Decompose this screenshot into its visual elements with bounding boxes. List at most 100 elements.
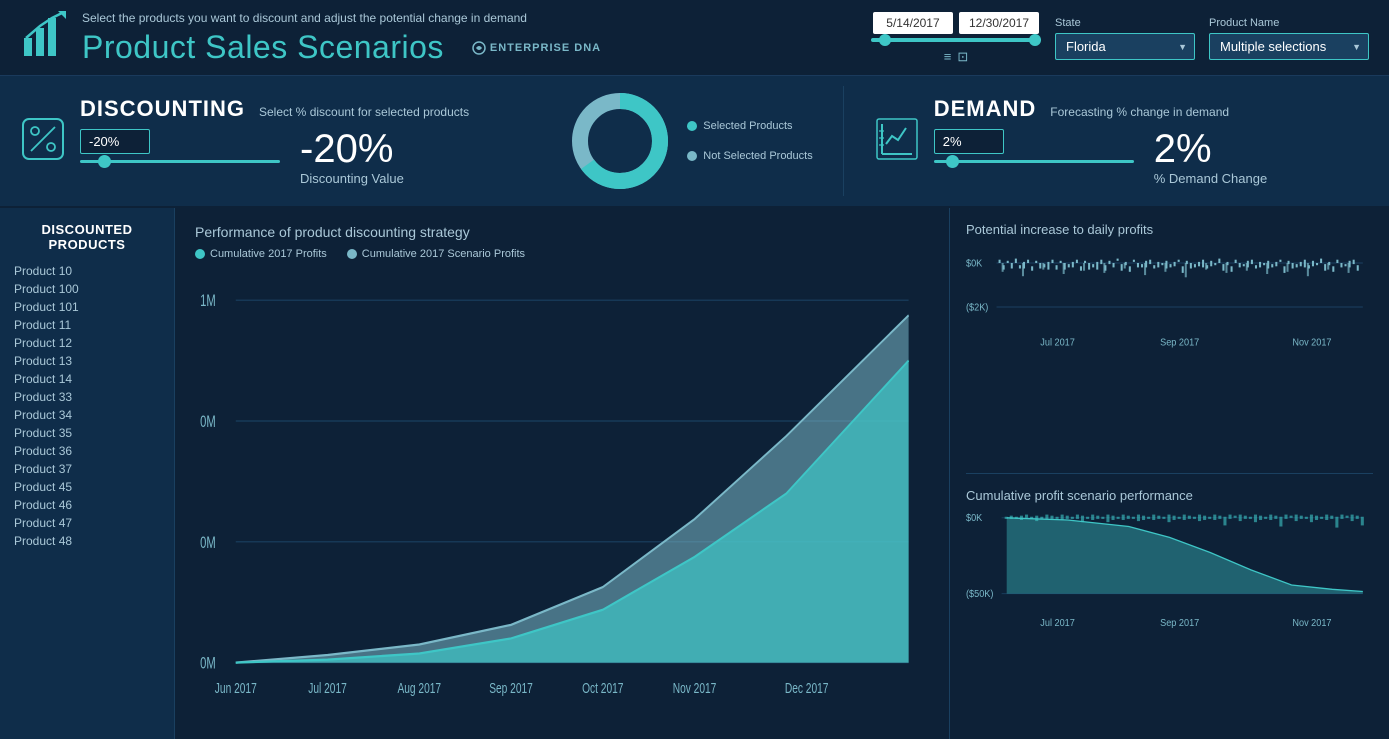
discounting-desc: Select % discount for selected products	[259, 105, 469, 119]
not-selected-label: Not Selected Products	[687, 150, 812, 162]
demand-value: 2%	[1154, 129, 1267, 169]
state-label: State	[1055, 17, 1195, 29]
discounting-section: DISCOUNTING Select % discount for select…	[20, 86, 535, 196]
product-select[interactable]: Multiple selections Product 10 Product 1…	[1209, 33, 1369, 60]
donut-labels: Selected Products Not Selected Products	[687, 120, 812, 162]
selected-label: Selected Products	[687, 120, 812, 132]
list-item[interactable]: Product 100	[10, 280, 164, 298]
logo-icon	[20, 10, 72, 67]
legend-dot-2	[347, 249, 357, 259]
list-item[interactable]: Product 10	[10, 262, 164, 280]
main-content: DISCOUNTEDPRODUCTS Product 10Product 100…	[0, 208, 1389, 739]
svg-text:Dec 2017: Dec 2017	[785, 679, 829, 697]
list-item[interactable]: Product 34	[10, 406, 164, 424]
svg-text:Oct 2017: Oct 2017	[582, 679, 623, 697]
top-mini-chart-svg: $0K ($2K)	[966, 241, 1373, 351]
svg-text:Jul 2017: Jul 2017	[308, 679, 347, 697]
list-item[interactable]: Product 14	[10, 370, 164, 388]
state-filter: State Florida California Texas	[1055, 17, 1195, 60]
list-item[interactable]: Product 46	[10, 496, 164, 514]
discount-input[interactable]	[80, 129, 150, 154]
metrics-bar: DISCOUNTING Select % discount for select…	[0, 76, 1389, 208]
page-title: Product Sales Scenarios	[82, 29, 444, 66]
svg-text:0M: 0M	[200, 655, 216, 674]
svg-text:($50K): ($50K)	[966, 589, 993, 600]
demand-desc: Forecasting % change in demand	[1050, 105, 1229, 119]
discounting-content: DISCOUNTING Select % discount for select…	[80, 96, 515, 186]
header-subtitle: Select the products you want to discount…	[82, 11, 601, 25]
product-list[interactable]: Product 10Product 100Product 101Product …	[10, 262, 164, 725]
list-item[interactable]: Product 101	[10, 298, 164, 316]
demand-section: DEMAND Forecasting % change in demand 2%…	[843, 86, 1369, 196]
slider-icon-left[interactable]: ≡	[944, 49, 952, 65]
demand-title: DEMAND	[934, 96, 1037, 122]
list-item[interactable]: Product 37	[10, 460, 164, 478]
svg-text:1M: 1M	[200, 292, 216, 311]
header-controls: 5/14/2017 12/30/2017 ≡ ⊡ State Florida C…	[871, 12, 1369, 65]
list-item[interactable]: Product 13	[10, 352, 164, 370]
donut-chart-wrap: Selected Products Not Selected Products	[535, 86, 842, 196]
date-start[interactable]: 5/14/2017	[873, 12, 953, 34]
left-panel: DISCOUNTEDPRODUCTS Product 10Product 100…	[0, 208, 175, 739]
list-item[interactable]: Product 35	[10, 424, 164, 442]
svg-text:($2K): ($2K)	[966, 302, 988, 313]
list-item[interactable]: Product 33	[10, 388, 164, 406]
svg-text:Nov 2017: Nov 2017	[1292, 618, 1331, 629]
bottom-chart-title: Cumulative profit scenario performance	[966, 488, 1373, 503]
legend-item-2: Cumulative 2017 Scenario Profits	[347, 248, 525, 260]
svg-text:Jul 2017: Jul 2017	[1040, 618, 1075, 629]
legend-dot-1	[195, 249, 205, 259]
svg-text:Jun 2017: Jun 2017	[215, 679, 257, 697]
svg-text:$0K: $0K	[966, 258, 983, 269]
bottom-mini-chart-svg: $0K ($50K)	[966, 507, 1373, 637]
product-label: Product Name	[1209, 17, 1369, 29]
svg-text:0M: 0M	[200, 413, 216, 432]
list-item[interactable]: Product 48	[10, 532, 164, 550]
main-chart-area: 1M 0M 0M 0M Jun 2017 Jul 2017 Aug 2017 S…	[195, 270, 929, 723]
list-item[interactable]: Product 47	[10, 514, 164, 532]
divider	[966, 473, 1373, 474]
list-item[interactable]: Product 45	[10, 478, 164, 496]
demand-input[interactable]	[934, 129, 1004, 154]
discount-value: -20%	[300, 129, 404, 169]
svg-text:Nov 2017: Nov 2017	[1292, 337, 1331, 348]
discounting-title: DISCOUNTING	[80, 96, 245, 122]
right-panel: Potential increase to daily profits $0K …	[949, 208, 1389, 739]
top-mini-chart-wrap: Potential increase to daily profits $0K …	[966, 222, 1373, 459]
list-item[interactable]: Product 11	[10, 316, 164, 334]
discount-icon	[20, 116, 66, 167]
product-filter: Product Name Multiple selections Product…	[1209, 17, 1369, 60]
svg-text:Jul 2017: Jul 2017	[1040, 337, 1075, 348]
svg-text:Sep 2017: Sep 2017	[1160, 337, 1199, 348]
date-range: 5/14/2017 12/30/2017 ≡ ⊡	[871, 12, 1041, 65]
bottom-mini-chart-wrap: Cumulative profit scenario performance $…	[966, 488, 1373, 725]
list-item[interactable]: Product 12	[10, 334, 164, 352]
svg-text:Sep 2017: Sep 2017	[1160, 618, 1199, 629]
state-select[interactable]: Florida California Texas	[1055, 33, 1195, 60]
title-block: Select the products you want to discount…	[82, 11, 601, 66]
logo-area: Select the products you want to discount…	[20, 10, 601, 67]
main-chart-title: Performance of product discounting strat…	[195, 224, 929, 240]
donut-chart	[565, 86, 675, 196]
top-chart-title: Potential increase to daily profits	[966, 222, 1373, 237]
panel-title: DISCOUNTEDPRODUCTS	[10, 222, 164, 252]
list-item[interactable]: Product 36	[10, 442, 164, 460]
main-chart-svg: 1M 0M 0M 0M Jun 2017 Jul 2017 Aug 2017 S…	[195, 270, 929, 723]
svg-text:Aug 2017: Aug 2017	[397, 679, 441, 697]
chart-legend: Cumulative 2017 Profits Cumulative 2017 …	[195, 248, 929, 260]
header: Select the products you want to discount…	[0, 0, 1389, 76]
demand-content: DEMAND Forecasting % change in demand 2%…	[934, 96, 1369, 186]
svg-text:$0K: $0K	[966, 513, 983, 524]
demand-label: % Demand Change	[1154, 171, 1267, 186]
brand-label: ENTERPRISE DNA	[472, 41, 601, 55]
svg-text:Sep 2017: Sep 2017	[489, 679, 533, 697]
date-end[interactable]: 12/30/2017	[959, 12, 1039, 34]
demand-icon	[874, 116, 920, 167]
center-chart: Performance of product discounting strat…	[175, 208, 949, 739]
svg-text:Nov 2017: Nov 2017	[673, 679, 717, 697]
not-selected-dot	[687, 151, 697, 161]
svg-text:0M: 0M	[200, 534, 216, 553]
discount-label: Discounting Value	[300, 171, 404, 186]
selected-dot	[687, 121, 697, 131]
slider-icon-right[interactable]: ⊡	[957, 49, 968, 65]
